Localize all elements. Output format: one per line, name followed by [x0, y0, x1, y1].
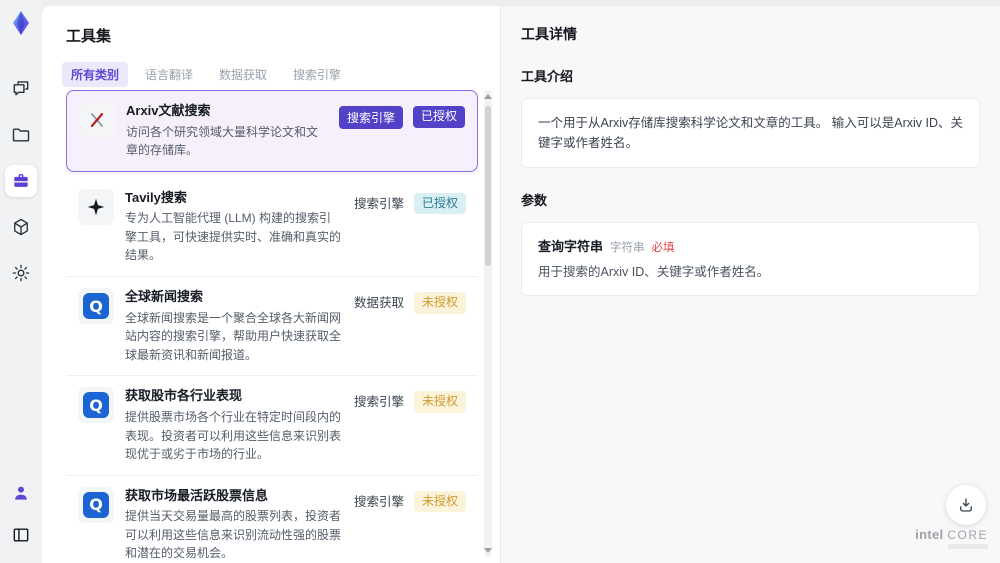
tool-description: 专为人工智能代理 (LLM) 构建的搜索引擎工具，可快速提供实时、准确和真实的结…: [125, 211, 342, 263]
detail-title: 工具详情: [521, 26, 577, 42]
tool-card-arxiv[interactable]: Arxiv文献搜索 访问各个研究领域大量科学论文和文章的存储库。 搜索引擎 已授…: [66, 90, 478, 172]
brand-sub-mark: [948, 544, 988, 549]
tab-search-engine[interactable]: 搜索引擎: [284, 62, 350, 87]
tool-description: 访问各个研究领域大量科学论文和文章的存储库。: [126, 124, 319, 158]
tab-all-categories[interactable]: 所有类别: [62, 62, 129, 87]
folder-icon[interactable]: [5, 119, 37, 151]
tool-list-panel: 工具集 所有类别 语言翻译 数据获取 搜索引擎 Arxiv文献搜索 访问各个研究…: [42, 6, 500, 563]
tool-name: Tavily搜索: [125, 189, 187, 205]
scrollbar-thumb[interactable]: [485, 106, 491, 266]
rail-bottom: [5, 477, 37, 551]
category-badge: 搜索引擎: [338, 106, 403, 129]
tool-card-most-active-stocks[interactable]: Q 获取市场最活跃股票信息 提供当天交易量最高的股票列表，投资者可以利用这些信息…: [66, 475, 478, 559]
q-news-icon: Q: [78, 387, 114, 424]
param-required-flag: 必填: [651, 242, 675, 254]
tool-name: 获取股市各行业表现: [125, 388, 243, 404]
status-badge: 未授权: [413, 391, 466, 413]
tab-data-fetch[interactable]: 数据获取: [210, 62, 276, 87]
tool-name: 获取市场最活跃股票信息: [125, 487, 269, 503]
brand-intel: intel: [915, 527, 944, 542]
list-scrollbar[interactable]: [484, 90, 492, 557]
tool-name: 全球新闻搜索: [125, 289, 204, 305]
page-title: 工具集: [66, 28, 112, 45]
arxiv-icon: [79, 102, 115, 138]
tools-icon[interactable]: [5, 165, 37, 197]
tool-description: 全球新闻搜索是一个聚合全球各大新闻网站内容的搜索引擎，帮助用户快速获取全球最新资…: [125, 310, 342, 362]
download-button[interactable]: [946, 485, 986, 525]
params-heading: 参数: [521, 193, 548, 208]
scroll-down-arrow[interactable]: [484, 548, 492, 553]
parameter-card: 查询字符串 字符串 必填 用于搜索的Arxiv ID、关键字或作者姓名。: [521, 222, 980, 296]
left-rail: [0, 0, 42, 563]
status-badge: 已授权: [413, 192, 466, 215]
tool-card-sector-performance[interactable]: Q 获取股市各行业表现 提供股票市场各个行业在特定时间段内的表现。投资者可以利用…: [66, 376, 478, 476]
chat-icon[interactable]: [5, 73, 37, 105]
param-name: 查询字符串: [538, 239, 604, 254]
category-label: 搜索引擎: [353, 196, 404, 211]
user-profile-icon[interactable]: [5, 477, 37, 509]
param-type: 字符串: [610, 242, 645, 254]
intro-heading: 工具介绍: [521, 69, 574, 84]
status-badge: 未授权: [413, 490, 466, 513]
category-label: 搜索引擎: [353, 494, 404, 509]
tool-list: Arxiv文献搜索 访问各个研究领域大量科学论文和文章的存储库。 搜索引擎 已授…: [66, 90, 478, 559]
tool-card-tavily[interactable]: Tavily搜索 专为人工智能代理 (LLM) 构建的搜索引擎工具，可快速提供实…: [66, 177, 478, 278]
scroll-up-arrow[interactable]: [484, 94, 492, 99]
tool-description: 提供当天交易量最高的股票列表，投资者可以利用这些信息来识别流动性强的股票和潜在的…: [125, 509, 342, 559]
category-tabs: 所有类别 语言翻译 数据获取 搜索引擎: [62, 62, 500, 87]
status-badge: 未授权: [413, 292, 466, 314]
intel-core-logo: intel CORE: [915, 527, 988, 549]
tavily-star-icon: [78, 188, 114, 225]
app-logo[interactable]: [7, 9, 35, 37]
status-badge: 已授权: [412, 106, 465, 128]
param-description: 用于搜索的Arxiv ID、关键字或作者姓名。: [538, 265, 770, 279]
tool-name: Arxiv文献搜索: [126, 103, 211, 118]
rail-nav: [5, 73, 37, 289]
tool-description: 提供股票市场各个行业在特定时间段内的表现。投资者可以利用这些信息来识别表现优于或…: [125, 409, 342, 462]
tool-card-global-news[interactable]: Q 全球新闻搜索 全球新闻搜索是一个聚合全球各大新闻网站内容的搜索引擎，帮助用户…: [66, 277, 478, 377]
settings-gear-icon[interactable]: [5, 257, 37, 289]
intro-box: 一个用于从Arxiv存储库搜索科学论文和文章的工具。 输入可以是Arxiv ID…: [521, 98, 980, 168]
brand-core: CORE: [947, 528, 988, 542]
category-label: 数据获取: [353, 296, 404, 311]
panel-toggle-icon[interactable]: [5, 519, 37, 551]
tool-detail-panel: 工具详情 工具介绍 一个用于从Arxiv存储库搜索科学论文和文章的工具。 输入可…: [500, 6, 1000, 563]
q-news-icon: Q: [78, 288, 114, 325]
category-label: 搜索引擎: [353, 395, 404, 410]
tab-language-translation[interactable]: 语言翻译: [136, 62, 202, 87]
q-news-icon: Q: [78, 486, 114, 523]
package-icon[interactable]: [5, 211, 37, 243]
download-icon: [960, 498, 972, 512]
